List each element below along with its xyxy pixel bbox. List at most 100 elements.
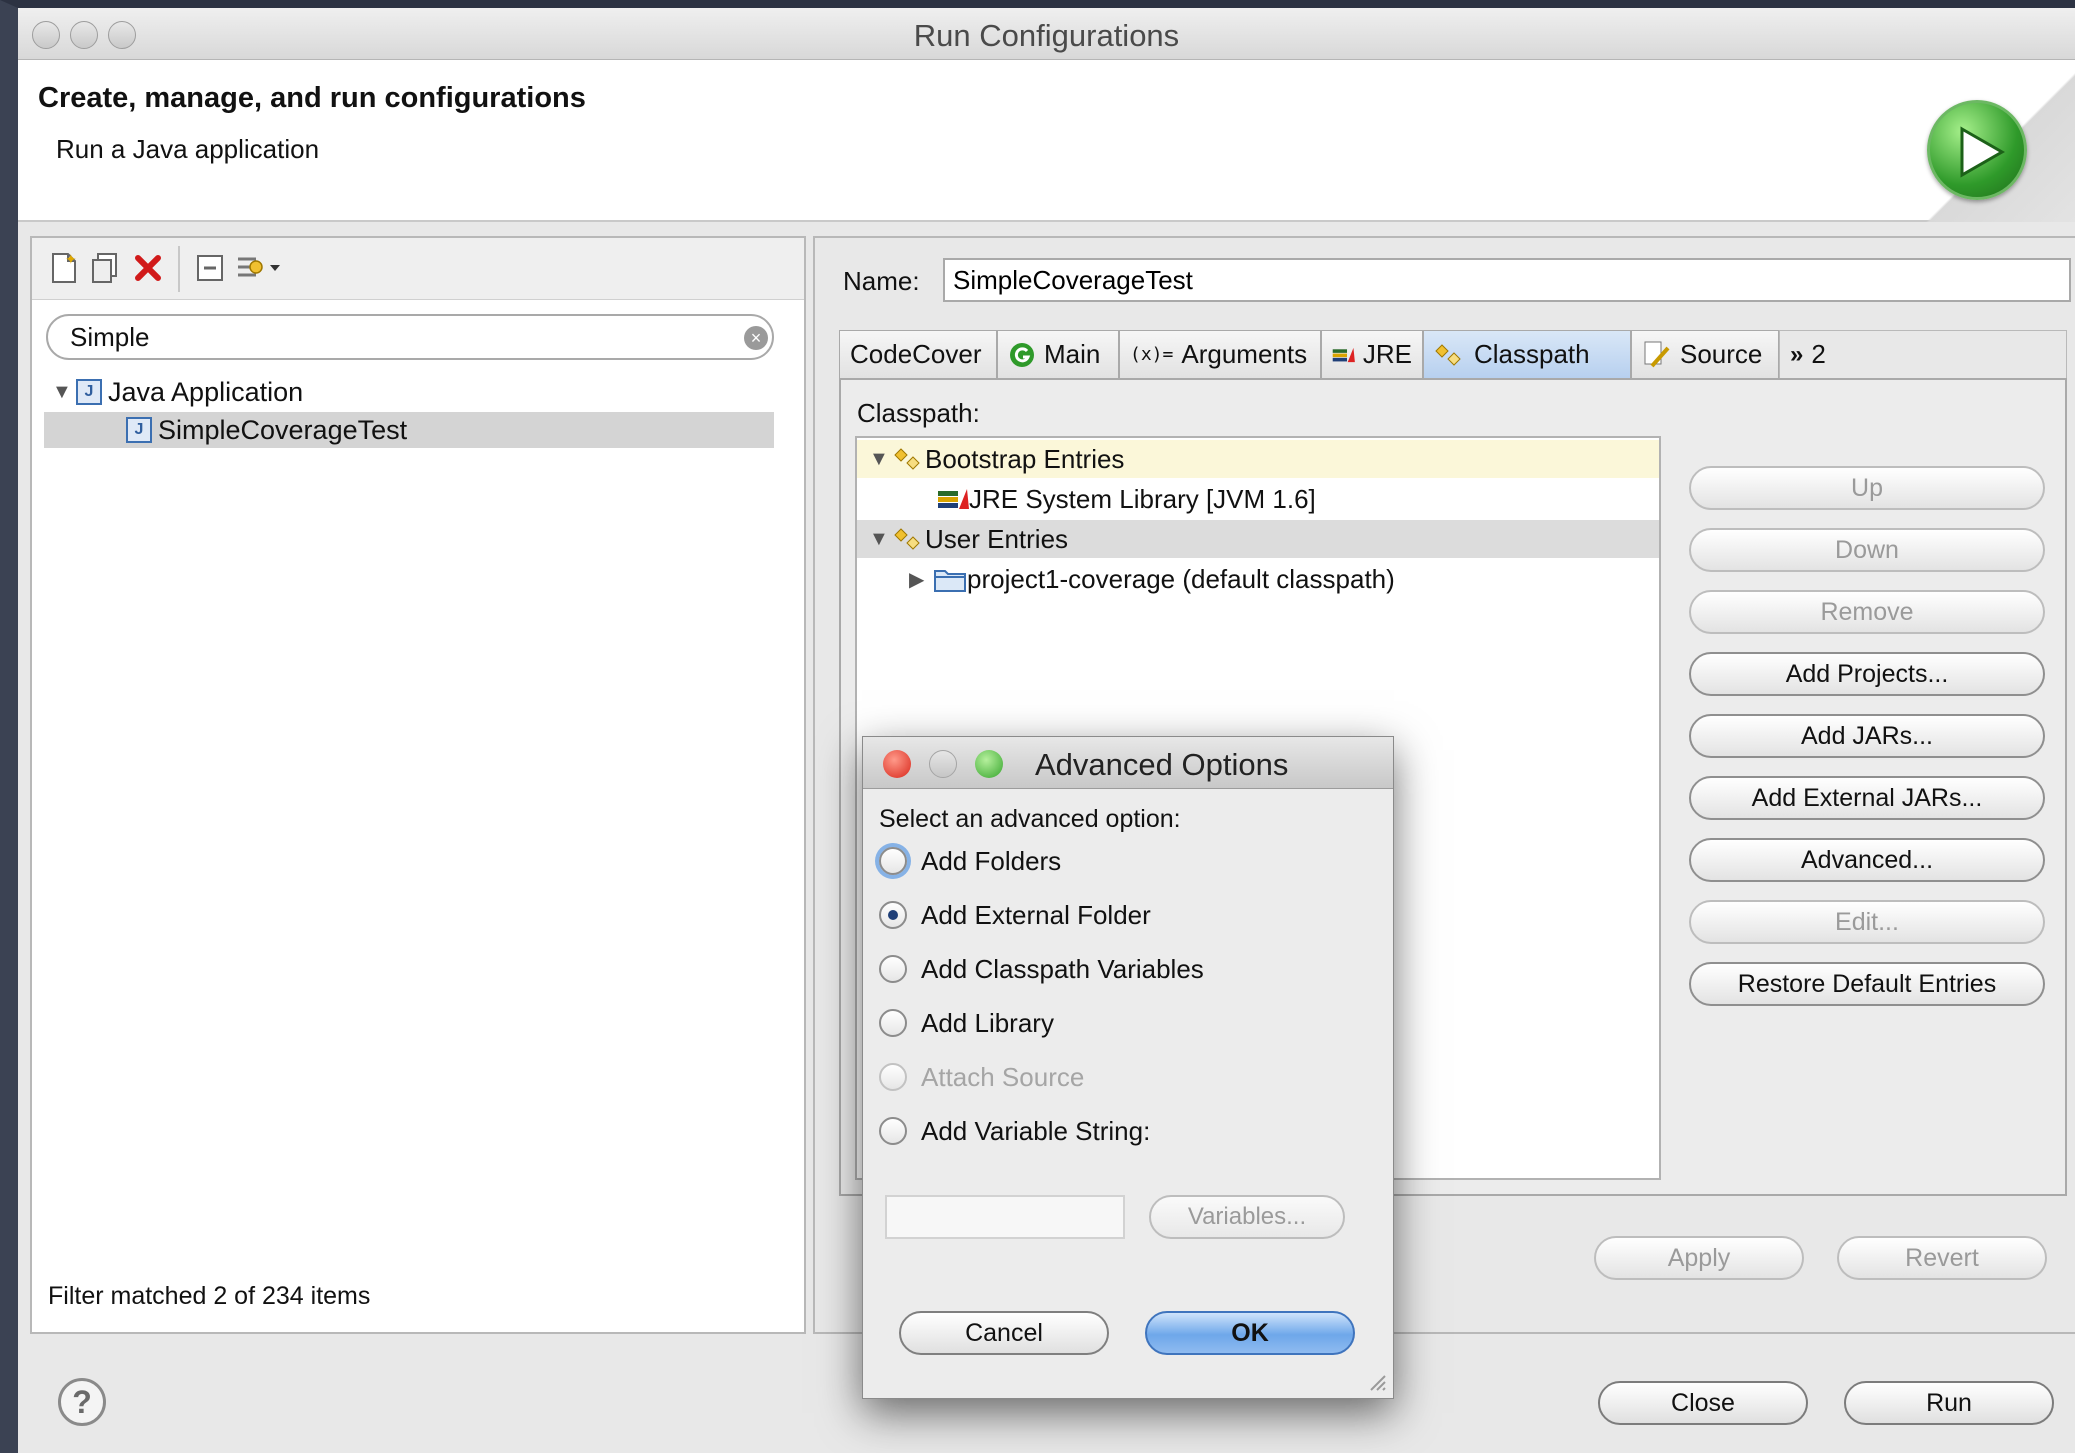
option-add-folders[interactable]: Add Folders	[879, 841, 1061, 881]
option-add-library[interactable]: Add Library	[879, 1003, 1054, 1043]
option-add-variable-string[interactable]: Add Variable String:	[879, 1111, 1150, 1151]
remove-button[interactable]: Remove	[1689, 590, 2045, 634]
tree-item-jre-system-library[interactable]: JRE System Library [JVM 1.6]	[857, 480, 1659, 518]
tab-label: Arguments	[1181, 339, 1308, 369]
option-label: Add External Folder	[921, 899, 1151, 930]
filter-status-text: Filter matched 2 of 234 items	[48, 1282, 371, 1310]
project-folder-icon	[934, 570, 966, 592]
apply-button[interactable]: Apply	[1594, 1236, 1804, 1280]
run-button[interactable]: Run	[1844, 1381, 2054, 1425]
dialog-minimize-button[interactable]	[929, 750, 957, 778]
tab-label: Source	[1680, 339, 1763, 369]
classpath-icon	[1435, 343, 1461, 366]
dialog-zoom-button[interactable]	[975, 750, 1003, 778]
header-subtitle: Run a Java application	[56, 134, 320, 164]
help-icon[interactable]: ?	[58, 1378, 106, 1426]
header-title: Create, manage, and run configurations	[38, 82, 586, 114]
collapsed-triangle-icon[interactable]: ▶	[909, 567, 933, 592]
tab-label: Classpath	[1474, 339, 1590, 369]
revert-button[interactable]: Revert	[1837, 1236, 2047, 1280]
tab-jre[interactable]: JRE	[1321, 330, 1423, 378]
tree-item-label: project1-coverage (default classpath)	[967, 563, 1395, 594]
dialog-titlebar[interactable]: Advanced Options	[863, 737, 1393, 789]
configuration-name-input[interactable]	[943, 258, 2071, 302]
tab-source[interactable]: Source	[1631, 330, 1779, 378]
option-attach-source: Attach Source	[879, 1057, 1084, 1097]
cancel-button[interactable]: Cancel	[899, 1311, 1109, 1355]
editor-tabs: CodeCover Main (x)= Arguments JRE Classp…	[839, 330, 2067, 378]
jre-library-icon	[938, 489, 969, 509]
new-configuration-icon[interactable]: ✦	[46, 250, 82, 286]
option-label: Add Classpath Variables	[921, 953, 1204, 984]
tree-item-label: Java Application	[108, 376, 304, 407]
tab-arguments[interactable]: (x)= Arguments	[1119, 330, 1321, 378]
add-projects-button[interactable]: Add Projects...	[1689, 652, 2045, 696]
dialog-header: Create, manage, and run configurations R…	[18, 60, 2075, 222]
down-button[interactable]: Down	[1689, 528, 2045, 572]
duplicate-configuration-icon[interactable]	[88, 250, 124, 286]
option-add-classpath-variables[interactable]: Add Classpath Variables	[879, 949, 1204, 989]
tab-classpath[interactable]: Classpath	[1423, 330, 1631, 378]
arguments-icon: (x)=	[1130, 344, 1174, 365]
filter-input[interactable]	[46, 314, 774, 360]
dialog-prompt: Select an advanced option:	[879, 805, 1181, 833]
collapse-all-icon[interactable]	[192, 250, 228, 286]
radio-button[interactable]	[879, 1009, 907, 1037]
java-launch-config-icon: J	[126, 417, 152, 443]
tab-main[interactable]: Main	[997, 330, 1119, 378]
svg-text:✦: ✦	[65, 252, 77, 268]
add-external-jars-button[interactable]: Add External JARs...	[1689, 776, 2045, 820]
radio-button[interactable]	[879, 901, 907, 929]
edit-button[interactable]: Edit...	[1689, 900, 2045, 944]
tab-label: 2	[1811, 339, 1826, 369]
radio-button	[879, 1063, 907, 1091]
option-label: Add Library	[921, 1007, 1054, 1038]
tab-codecover[interactable]: CodeCover	[839, 330, 997, 378]
expanded-triangle-icon[interactable]: ▼	[52, 381, 76, 404]
source-icon	[1644, 341, 1670, 367]
expanded-triangle-icon[interactable]: ▼	[869, 448, 893, 471]
delete-configuration-icon[interactable]	[130, 250, 166, 286]
option-add-external-folder[interactable]: Add External Folder	[879, 895, 1151, 935]
add-jars-button[interactable]: Add JARs...	[1689, 714, 2045, 758]
radio-button[interactable]	[879, 847, 907, 875]
window-titlebar[interactable]: Run Configurations	[18, 8, 2075, 60]
close-button[interactable]: Close	[1598, 1381, 1808, 1425]
run-banner-icon	[1927, 100, 2027, 200]
tree-item-project1-coverage[interactable]: ▶ project1-coverage (default classpath)	[857, 560, 1659, 598]
tree-item-label: SimpleCoverageTest	[158, 414, 408, 445]
classpath-entries-icon	[894, 528, 920, 550]
ok-button[interactable]: OK	[1145, 1311, 1355, 1355]
advanced-button[interactable]: Advanced...	[1689, 838, 2045, 882]
resize-grip-icon[interactable]	[1367, 1372, 1387, 1392]
tab-overflow[interactable]: » 2	[1779, 330, 2067, 378]
variable-string-input	[885, 1195, 1125, 1239]
tree-item-java-application[interactable]: ▼ J Java Application	[52, 374, 303, 410]
filter-menu-icon[interactable]	[232, 250, 284, 286]
window-title: Run Configurations	[913, 18, 1180, 53]
expanded-triangle-icon[interactable]: ▼	[869, 528, 893, 551]
option-label: Attach Source	[921, 1061, 1085, 1092]
advanced-options-dialog: Advanced Options Select an advanced opti…	[862, 736, 1394, 1399]
radio-button[interactable]	[879, 1117, 907, 1145]
tree-item-simplecoveragetest[interactable]: J SimpleCoverageTest	[44, 412, 774, 448]
tab-label: CodeCover	[850, 339, 982, 369]
tab-label: JRE	[1362, 339, 1412, 369]
variables-button: Variables...	[1149, 1195, 1345, 1239]
tree-item-label: User Entries	[925, 523, 1069, 554]
jre-library-icon	[1332, 347, 1355, 362]
up-button[interactable]: Up	[1689, 466, 2045, 510]
classpath-label: Classpath:	[857, 398, 980, 428]
configuration-toolbar: ✦	[32, 238, 804, 300]
tree-item-bootstrap-entries[interactable]: ▼ Bootstrap Entries	[857, 440, 1659, 478]
option-label: Add Variable String:	[921, 1115, 1151, 1146]
radio-button[interactable]	[879, 955, 907, 983]
tab-label: Main	[1044, 339, 1101, 369]
restore-default-entries-button[interactable]: Restore Default Entries	[1689, 962, 2045, 1006]
name-label: Name:	[843, 266, 920, 296]
tree-item-user-entries[interactable]: ▼ User Entries	[857, 520, 1659, 558]
classpath-entries-icon	[894, 448, 920, 470]
tree-item-label: Bootstrap Entries	[925, 443, 1125, 474]
dialog-close-button[interactable]	[883, 750, 911, 778]
clear-filter-icon[interactable]: ×	[744, 326, 768, 350]
